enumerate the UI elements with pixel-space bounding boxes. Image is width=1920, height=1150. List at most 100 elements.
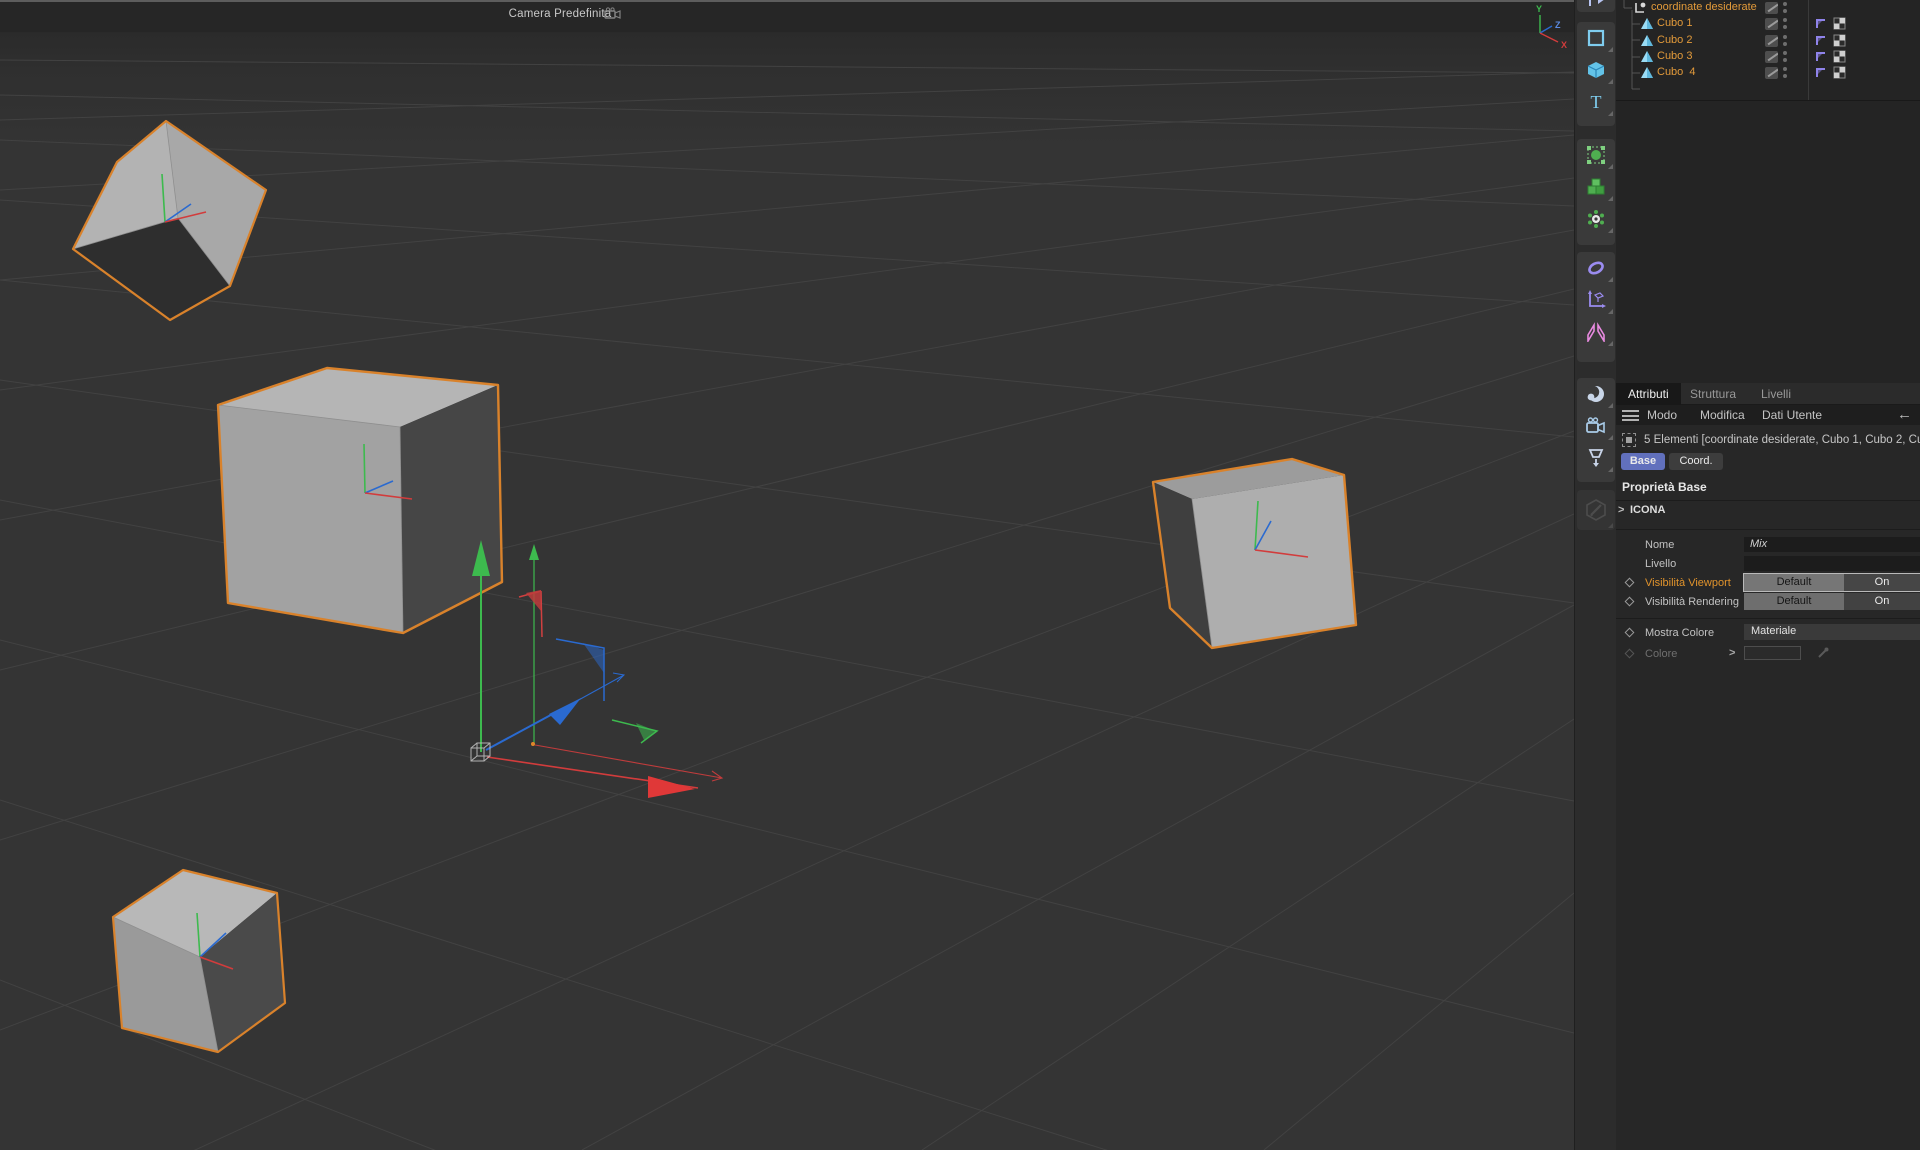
attr-row-livello: Livello: [1616, 556, 1920, 572]
object-name[interactable]: coordinate desiderate: [1651, 1, 1757, 13]
visibility-dots[interactable]: [1783, 35, 1787, 47]
object-name[interactable]: Cubo 2: [1657, 34, 1692, 46]
phong-tag[interactable]: [1814, 66, 1827, 79]
phong-tag[interactable]: [1814, 17, 1827, 30]
keyframe-diamond-icon[interactable]: [1625, 597, 1635, 607]
livello-input[interactable]: [1744, 556, 1920, 571]
edit-toggle-icon[interactable]: [1765, 67, 1778, 79]
display-tag[interactable]: [1833, 34, 1846, 47]
divider: [1616, 529, 1920, 530]
gizmo-plane-xz: [636, 723, 656, 740]
attribute-editor: 5 Elementi [coordinate desiderate, Cubo …: [1616, 425, 1920, 1150]
move-gizmo[interactable]: [471, 540, 722, 798]
edit-toggle-icon[interactable]: [1765, 35, 1778, 47]
default-button[interactable]: Default: [1744, 593, 1844, 610]
tree-item-cubo-4[interactable]: Cubo 4: [1616, 65, 1920, 81]
keyframe-diamond-icon[interactable]: [1625, 578, 1635, 588]
world-axis-indicator: Y Z X: [1536, 4, 1567, 50]
menu-dati-utente[interactable]: Dati Utente: [1762, 405, 1822, 425]
menu-modifica[interactable]: Modifica: [1700, 405, 1745, 425]
material-edit-icon[interactable]: [1577, 490, 1615, 530]
attr-row-colore: Colore >: [1616, 646, 1920, 662]
vis-rendering-control[interactable]: Default On: [1744, 593, 1920, 610]
menu-modo[interactable]: Modo: [1647, 405, 1677, 425]
mostra-colore-dropdown[interactable]: Materiale: [1744, 624, 1920, 640]
pyramid-icon: [1640, 66, 1654, 80]
phong-tag[interactable]: [1814, 50, 1827, 63]
spline-rectangle-icon[interactable]: [1577, 22, 1615, 54]
display-tag[interactable]: [1833, 66, 1846, 79]
selection-info-row: 5 Elementi [coordinate desiderate, Cubo …: [1622, 433, 1920, 449]
phong-tag[interactable]: [1814, 34, 1827, 47]
mostra-colore-value: Materiale: [1751, 625, 1796, 637]
keyframe-diamond-icon[interactable]: [1625, 628, 1635, 638]
on-button[interactable]: On: [1844, 574, 1920, 591]
object-name[interactable]: Cubo 1: [1657, 17, 1692, 29]
motext-icon[interactable]: T: [1577, 86, 1615, 118]
base-tab-button[interactable]: Base: [1621, 453, 1665, 470]
tree-item-cubo-1[interactable]: Cubo 1: [1616, 16, 1920, 32]
tab-struttura[interactable]: Struttura: [1678, 383, 1748, 405]
eyedropper-icon[interactable]: [1816, 646, 1830, 660]
deformer-torus-icon[interactable]: [1577, 252, 1615, 284]
visibility-dots[interactable]: [1783, 67, 1787, 79]
list-divider: [1616, 100, 1920, 101]
attr-row-mostra-colore: Mostra Colore Materiale: [1616, 625, 1920, 641]
axis-z-label: Z: [1555, 20, 1561, 30]
object-name[interactable]: Cubo 3: [1657, 50, 1692, 62]
array-generator-icon[interactable]: [1577, 171, 1615, 203]
tree-item-coordinate-desiderate[interactable]: coordinate desiderate: [1616, 0, 1920, 16]
cube-primitive-icon[interactable]: [1577, 54, 1615, 86]
attr-row-visibilita-rendering: Visibilità Rendering Default On: [1616, 594, 1920, 610]
jump-arrow-icon[interactable]: [1577, 0, 1615, 12]
multi-selection-icon: [1622, 433, 1636, 447]
environment-sphere-icon[interactable]: [1577, 378, 1615, 410]
chevron-right-icon[interactable]: >: [1618, 504, 1624, 516]
edit-toggle-icon[interactable]: [1765, 18, 1778, 30]
display-tag[interactable]: [1833, 50, 1846, 63]
workplane-axis-icon[interactable]: [1577, 284, 1615, 316]
divider: [1616, 618, 1920, 619]
tree-item-cubo-3[interactable]: Cubo 3: [1616, 49, 1920, 65]
cube-object-2[interactable]: [218, 368, 502, 633]
edit-toggle-icon[interactable]: [1765, 51, 1778, 63]
object-name[interactable]: Cubo 4: [1657, 66, 1696, 78]
application-window: Camera Predefinita: [0, 0, 1920, 1150]
cube-object-4[interactable]: [113, 870, 285, 1052]
tab-livelli[interactable]: Livelli: [1749, 383, 1803, 405]
cube-object-3[interactable]: [1153, 459, 1356, 648]
edit-toggle-icon[interactable]: [1765, 2, 1778, 14]
visibility-dots[interactable]: [1783, 51, 1787, 63]
axis-x-label: X: [1561, 40, 1567, 50]
visibility-dots[interactable]: [1783, 2, 1787, 14]
subdivision-surface-icon[interactable]: [1577, 139, 1615, 171]
vis-viewport-label: Visibilità Viewport: [1645, 577, 1731, 589]
expand-chevron-icon[interactable]: >: [1729, 647, 1735, 659]
coord-tab-button[interactable]: Coord.: [1669, 453, 1723, 470]
color-swatch[interactable]: [1744, 646, 1801, 660]
pyramid-icon: [1640, 34, 1654, 48]
visibility-dots[interactable]: [1783, 18, 1787, 30]
viewport-canvas[interactable]: Y Z X: [0, 0, 1574, 1150]
column-divider: [1808, 0, 1809, 100]
menu-icon[interactable]: [1622, 410, 1639, 421]
tab-attributi[interactable]: Attributi: [1616, 383, 1681, 405]
mostra-colore-label: Mostra Colore: [1645, 627, 1714, 639]
light-icon[interactable]: [1577, 442, 1615, 474]
group-icona[interactable]: > ICONA: [1630, 504, 1665, 516]
3d-viewport[interactable]: Camera Predefinita: [0, 0, 1574, 1150]
livello-label: Livello: [1645, 558, 1676, 570]
nome-input[interactable]: Mix: [1744, 537, 1920, 552]
group-icona-label: ICONA: [1630, 504, 1665, 516]
object-manager[interactable]: coordinate desiderate Cubo 1 Cubo 2: [1616, 0, 1920, 383]
default-button[interactable]: Default: [1744, 574, 1844, 591]
vis-viewport-control[interactable]: Default On: [1744, 574, 1920, 591]
tree-item-cubo-2[interactable]: Cubo 2: [1616, 33, 1920, 49]
gizmo-z-handle: [549, 698, 581, 725]
symmetry-icon[interactable]: [1577, 316, 1615, 348]
back-arrow-icon[interactable]: ←: [1897, 405, 1912, 425]
display-tag[interactable]: [1833, 17, 1846, 30]
on-button[interactable]: On: [1844, 593, 1920, 610]
simulation-gear-icon[interactable]: [1577, 203, 1615, 235]
camera-icon[interactable]: [1577, 410, 1615, 442]
